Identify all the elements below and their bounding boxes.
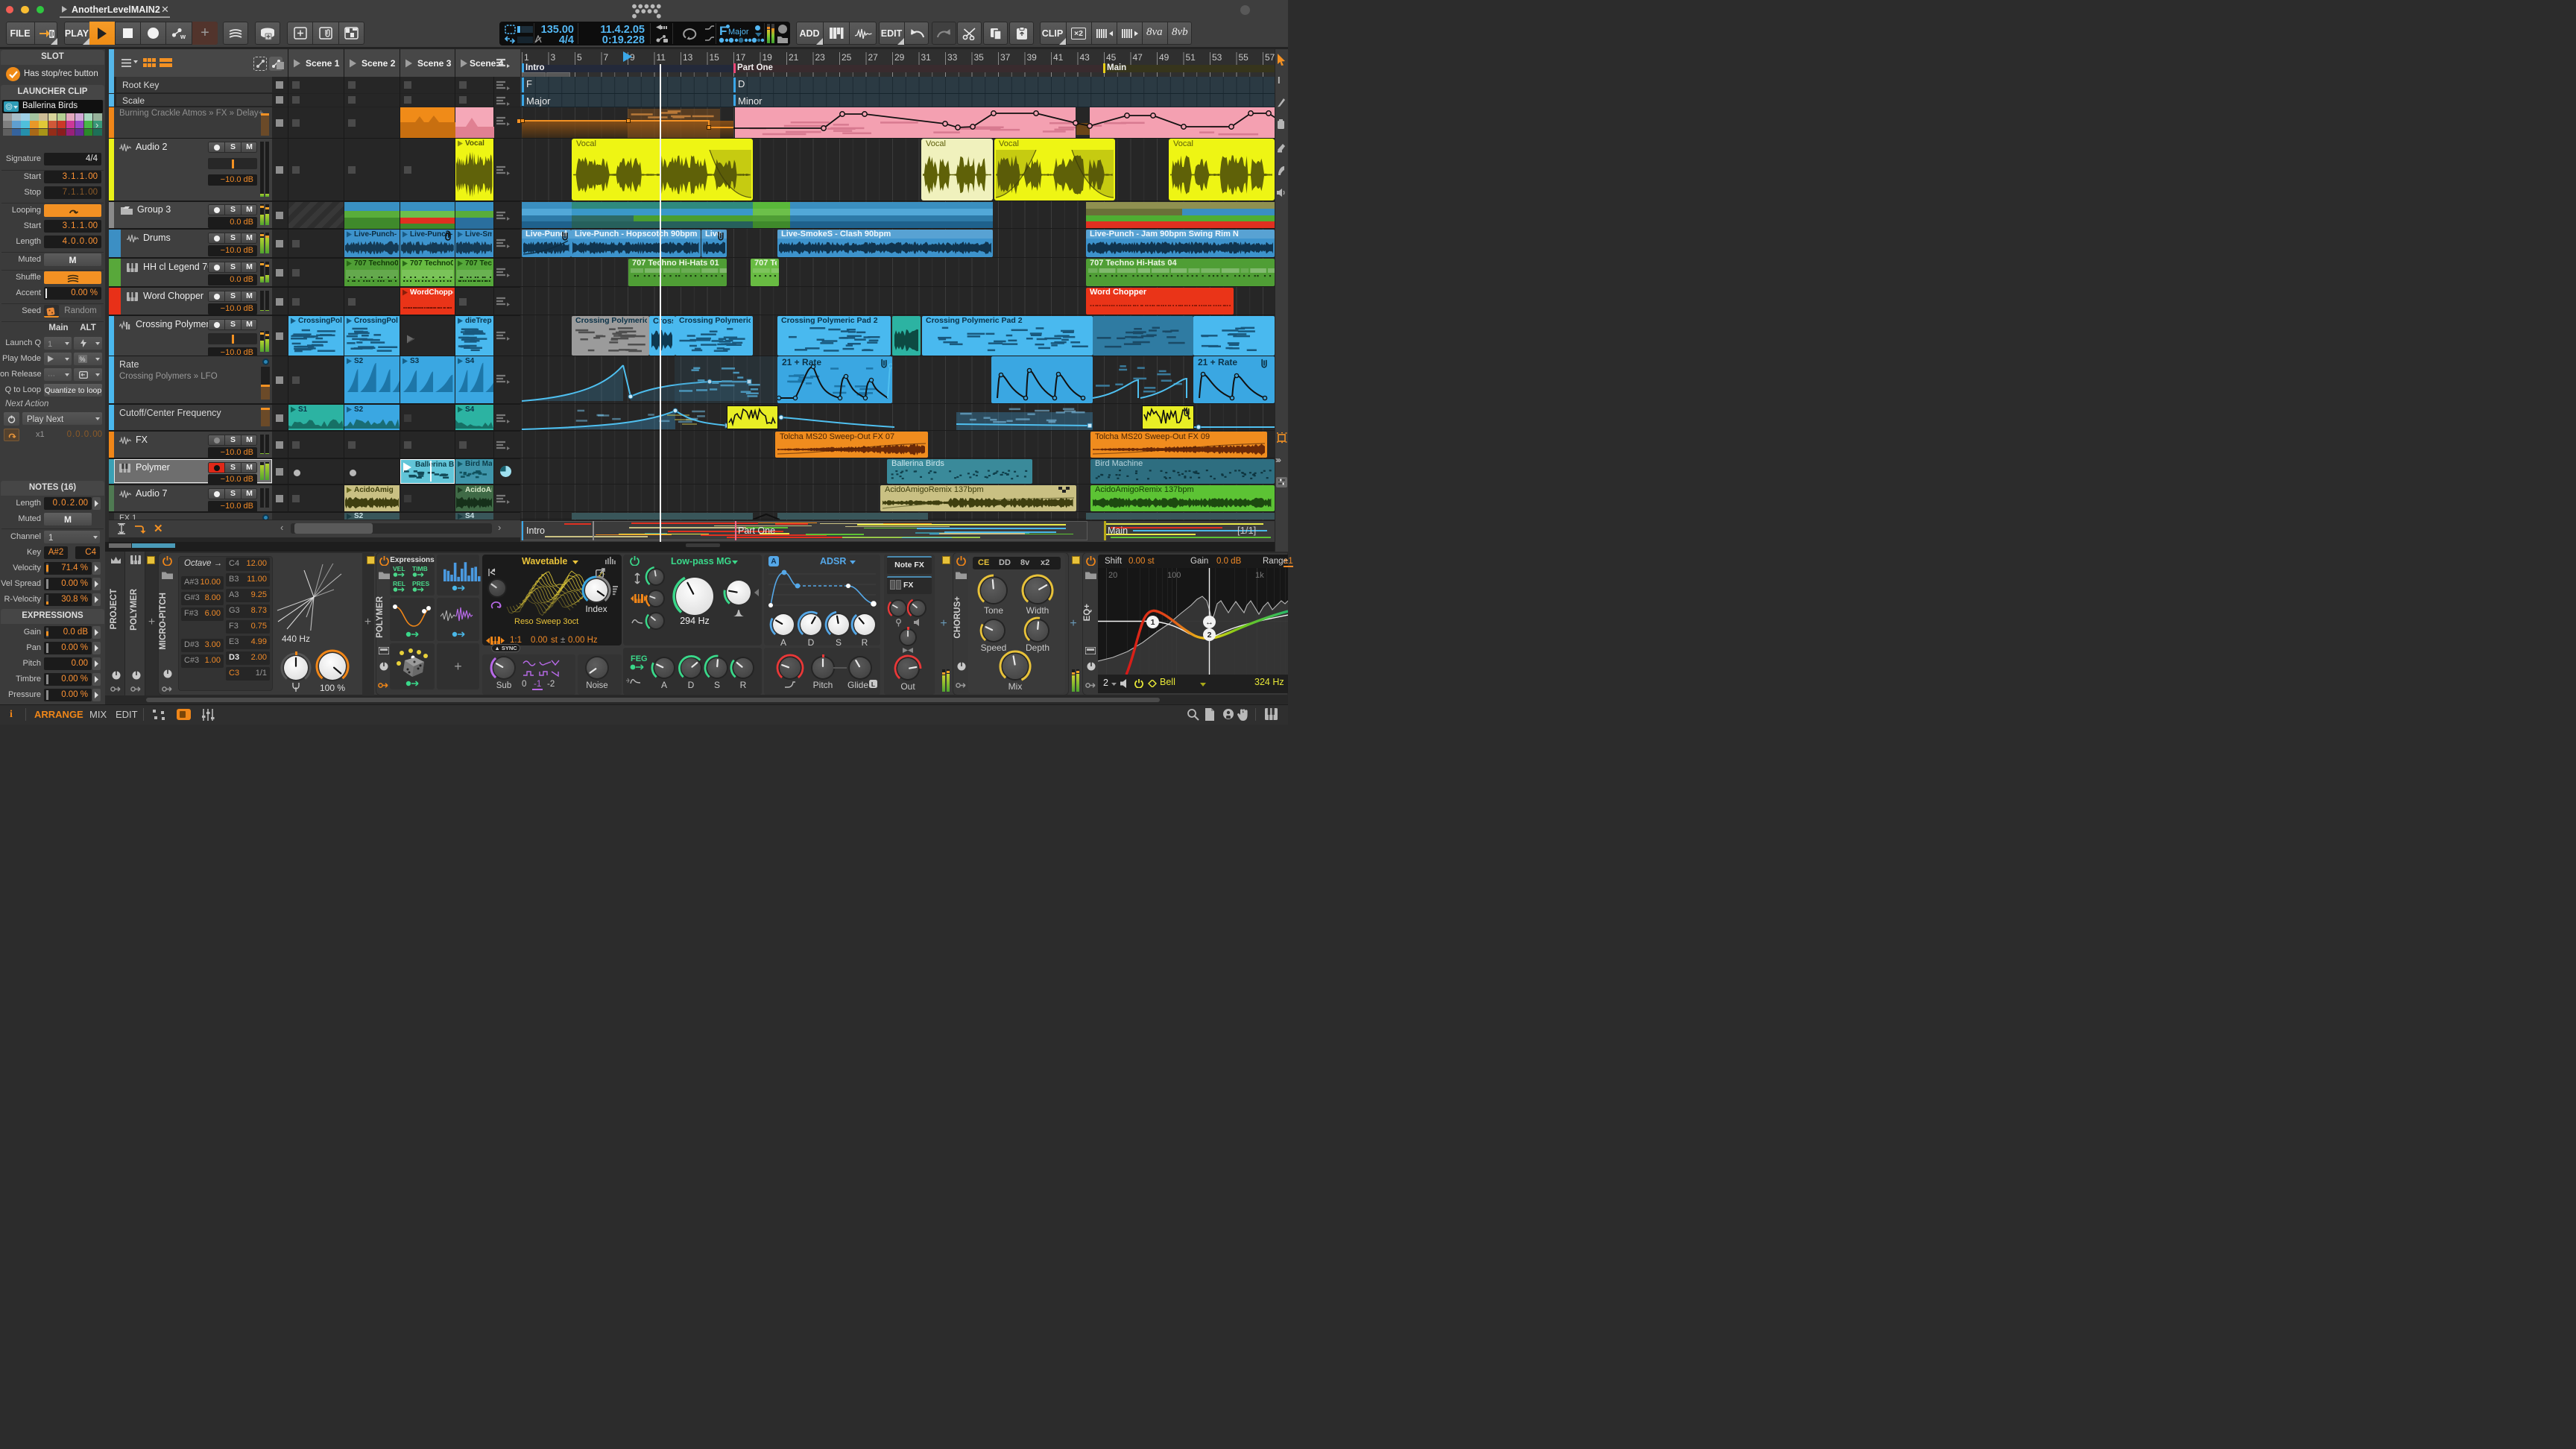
svg-text:w: w: [180, 33, 186, 40]
svg-text:%: %: [80, 356, 86, 363]
